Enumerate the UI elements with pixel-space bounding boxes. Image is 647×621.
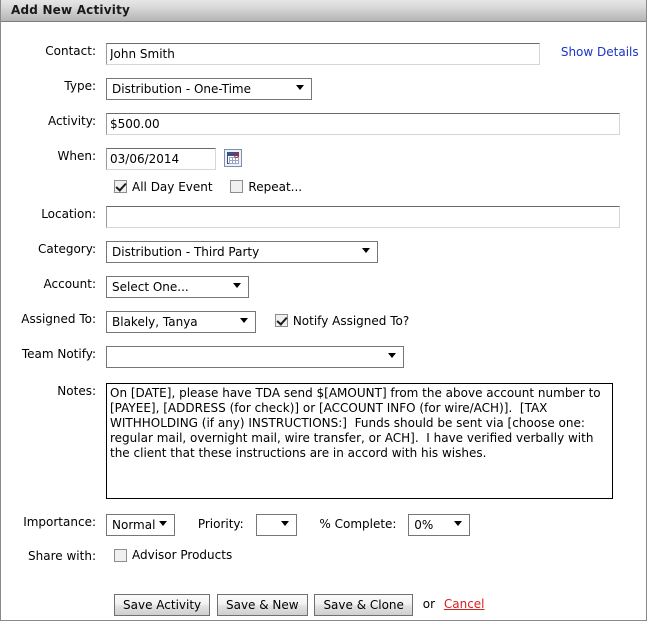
notes-textarea[interactable]: On [DATE], please have TDA send $[AMOUNT…	[106, 382, 613, 499]
allday-field-wrap: All Day Event Repeat...	[106, 179, 646, 194]
contact-input[interactable]	[106, 43, 540, 65]
importance-field-wrap: Normal Priority: % Complete: 0%	[106, 513, 646, 536]
add-activity-dialog: Add New Activity Contact: Show Details T…	[0, 0, 647, 621]
chevron-down-icon	[454, 520, 463, 526]
advisor-products-checkbox-wrap[interactable]: Advisor Products	[114, 548, 232, 562]
importance-select-value: Normal	[112, 517, 156, 532]
save-and-clone-button[interactable]: Save & Clone	[314, 593, 413, 616]
chevron-down-icon	[296, 85, 304, 90]
chevron-down-icon	[233, 282, 241, 288]
activity-form: Contact: Show Details Type: Distribution…	[1, 43, 646, 616]
row-notes: Notes: On [DATE], please have TDA send $…	[1, 382, 646, 502]
repeat-checkbox[interactable]	[230, 180, 244, 193]
dialog-title: Add New Activity	[11, 3, 131, 17]
cancel-link[interactable]: Cancel	[444, 594, 485, 614]
repeat-label: Repeat...	[248, 179, 303, 194]
notes-label: Notes:	[57, 383, 96, 398]
share-with-label: Share with:	[28, 548, 96, 563]
notify-assigned-to-label: Notify Assigned To?	[292, 313, 410, 328]
dialog-titlebar: Add New Activity	[1, 0, 646, 22]
category-select-value: Distribution - Third Party	[112, 244, 260, 259]
assigned-to-field-wrap: Blakely, Tanya Notify Assigned To?	[106, 310, 646, 333]
share-with-field-wrap: Advisor Products	[106, 548, 646, 562]
activity-field-wrap	[106, 113, 646, 135]
account-select-value: Select One...	[112, 279, 189, 294]
percent-complete-label: % Complete:	[319, 516, 397, 531]
account-select[interactable]: Select One...	[106, 275, 249, 298]
when-field-wrap	[106, 148, 646, 170]
save-and-new-button[interactable]: Save & New	[216, 593, 308, 616]
all-day-event-checkbox[interactable]	[114, 180, 127, 193]
assigned-to-select[interactable]: Blakely, Tanya	[106, 310, 256, 333]
category-label: Category:	[38, 241, 96, 256]
when-date-input[interactable]	[106, 148, 216, 170]
type-select[interactable]: Distribution - One-Time	[106, 78, 312, 100]
row-team-notify: Team Notify:	[1, 345, 646, 368]
show-details-link[interactable]: Show Details	[561, 45, 639, 59]
all-day-event-label: All Day Event	[132, 179, 213, 194]
row-assigned-to: Assigned To: Blakely, Tanya Notify Assig…	[1, 310, 646, 333]
row-activity: Activity:	[1, 113, 646, 135]
team-notify-label: Team Notify:	[21, 346, 96, 361]
category-select[interactable]: Distribution - Third Party	[106, 240, 378, 263]
chevron-down-icon	[362, 247, 370, 253]
priority-select[interactable]	[255, 513, 297, 536]
priority-label: Priority:	[197, 516, 244, 531]
location-input[interactable]	[106, 205, 620, 228]
location-field-wrap	[106, 205, 646, 228]
account-label: Account:	[43, 276, 97, 291]
row-type: Type: Distribution - One-Time	[1, 78, 646, 100]
row-importance: Importance: Normal Priority: % Complete:…	[1, 513, 646, 536]
row-account: Account: Select One...	[1, 275, 646, 298]
type-label: Type:	[64, 79, 96, 93]
importance-label: Importance:	[23, 514, 96, 529]
all-day-event-checkbox-wrap[interactable]: All Day Event	[114, 180, 213, 194]
when-label: When:	[57, 149, 96, 163]
advisor-products-checkbox[interactable]	[114, 548, 127, 562]
importance-select[interactable]: Normal	[106, 513, 175, 536]
chevron-down-icon	[159, 520, 167, 526]
category-field-wrap: Distribution - Third Party	[106, 240, 646, 263]
row-location: Location:	[1, 205, 646, 228]
location-label: Location:	[41, 206, 96, 221]
chevron-down-icon	[240, 317, 248, 323]
percent-complete-select-value: 0%	[414, 517, 434, 532]
or-text: or	[422, 596, 436, 611]
assigned-to-label: Assigned To:	[21, 311, 96, 326]
notify-assigned-to-checkbox[interactable]	[274, 314, 288, 327]
contact-label: Contact:	[45, 44, 96, 58]
save-activity-button[interactable]: Save Activity	[114, 593, 211, 616]
activity-label: Activity:	[47, 114, 96, 128]
row-contact: Contact: Show Details	[1, 43, 646, 65]
notes-field-wrap: On [DATE], please have TDA send $[AMOUNT…	[106, 382, 646, 502]
team-notify-select[interactable]	[106, 345, 404, 368]
row-category: Category: Distribution - Third Party	[1, 240, 646, 263]
chevron-down-icon	[280, 520, 289, 526]
team-notify-field-wrap	[106, 345, 646, 368]
chevron-down-icon	[388, 352, 396, 358]
row-allday-repeat: All Day Event Repeat...	[1, 179, 646, 194]
contact-field-wrap: Show Details	[106, 43, 646, 65]
advisor-products-label: Advisor Products	[132, 548, 233, 562]
row-when: When:	[1, 148, 646, 170]
type-field-wrap: Distribution - One-Time	[106, 78, 646, 100]
notify-assigned-to-checkbox-wrap[interactable]: Notify Assigned To?	[274, 313, 410, 328]
repeat-checkbox-wrap[interactable]: Repeat...	[230, 180, 302, 194]
actions-field-wrap: Save Activity Save & New Save & Clone or…	[106, 593, 646, 616]
percent-complete-select[interactable]: 0%	[408, 513, 471, 536]
calendar-icon[interactable]	[223, 149, 242, 167]
activity-input[interactable]	[106, 113, 620, 135]
account-field-wrap: Select One...	[106, 275, 646, 298]
assigned-to-select-value: Blakely, Tanya	[112, 314, 198, 329]
row-actions: Save Activity Save & New Save & Clone or…	[1, 593, 646, 616]
type-select-value: Distribution - One-Time	[112, 82, 251, 96]
row-share-with: Share with: Advisor Products	[1, 548, 646, 564]
